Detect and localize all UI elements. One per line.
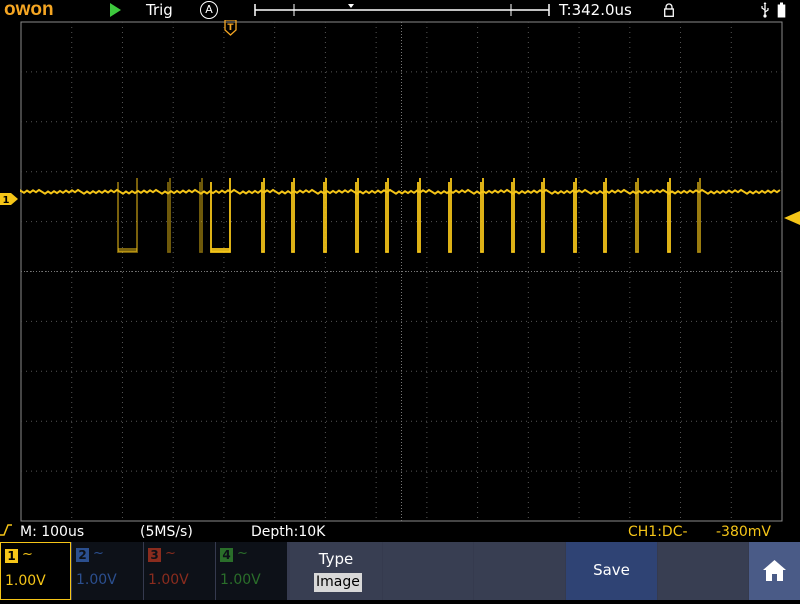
- ch1-waveform: [20, 178, 781, 253]
- channel-3-volts: 1.00V: [148, 572, 189, 588]
- type-button-title: Type: [318, 550, 354, 568]
- play-icon[interactable]: [110, 3, 121, 17]
- battery-icon: [777, 2, 786, 18]
- trigger-level-readout: -380mV: [716, 524, 771, 540]
- usb-icon: [761, 2, 769, 18]
- channel-4-number: 4: [220, 548, 233, 562]
- channel-3-number: 3: [148, 548, 161, 562]
- memory-cursor-icon: [348, 4, 354, 8]
- sample-rate-readout: (5MS/s): [140, 524, 193, 540]
- timebase-position: T:342.0us: [559, 1, 632, 19]
- channel-4-button[interactable]: 4 ~ 1.00V: [216, 542, 287, 600]
- timebase-readout[interactable]: M: 100us: [20, 522, 84, 542]
- ch1-reference-marker[interactable]: 1: [0, 193, 18, 206]
- trigger-marker-label: T: [227, 23, 234, 33]
- bottom-menu: 1 ~ 1.00V 2 ~ 1.00V 3 ~ 1.00V 4 ~ 1.00V …: [0, 542, 800, 600]
- type-button[interactable]: Type Image: [290, 542, 382, 600]
- save-button[interactable]: Save: [566, 542, 657, 600]
- channel-1-coupling: ~: [22, 547, 33, 562]
- softkey-3[interactable]: [474, 542, 565, 600]
- ch1-marker-label: 1: [3, 195, 10, 206]
- channel-3-button[interactable]: 3 ~ 1.00V: [144, 542, 215, 600]
- lock-icon: [664, 3, 674, 17]
- rising-edge-icon: [0, 524, 12, 536]
- channel-1-number: 1: [5, 549, 18, 563]
- channel-1-volts: 1.00V: [5, 573, 46, 589]
- trigger-level-marker[interactable]: [784, 211, 800, 225]
- home-button[interactable]: [749, 542, 800, 600]
- waveform-display[interactable]: T 1: [0, 20, 800, 522]
- status-bar: M: 100us (5MS/s) Depth:10K CH1:DC- -380m…: [0, 522, 800, 542]
- channel-2-coupling: ~: [93, 546, 104, 561]
- auto-trigger-icon: A: [200, 1, 218, 19]
- save-button-label: Save: [593, 561, 630, 579]
- softkey-2[interactable]: [383, 542, 473, 600]
- type-button-value: Image: [314, 573, 362, 592]
- channel-4-volts: 1.00V: [220, 572, 261, 588]
- channel-2-number: 2: [76, 548, 89, 562]
- channel-3-coupling: ~: [165, 546, 176, 561]
- top-bar: owon Trig A T:342.0us: [0, 0, 800, 20]
- channel-2-button[interactable]: 2 ~ 1.00V: [72, 542, 143, 600]
- channel-2-volts: 1.00V: [76, 572, 117, 588]
- softkey-5[interactable]: [658, 542, 748, 600]
- trigger-channel-readout[interactable]: CH1:DC-: [628, 522, 688, 542]
- owon-logo: owon: [4, 0, 54, 20]
- graticule-grid: [20, 21, 783, 522]
- home-icon: [763, 560, 786, 581]
- record-depth-readout: Depth:10K: [251, 524, 326, 540]
- channel-4-coupling: ~: [237, 546, 248, 561]
- channel-1-button[interactable]: 1 ~ 1.00V: [0, 542, 71, 600]
- memory-position-bar[interactable]: [254, 3, 550, 17]
- trigger-status: Trig: [146, 1, 173, 19]
